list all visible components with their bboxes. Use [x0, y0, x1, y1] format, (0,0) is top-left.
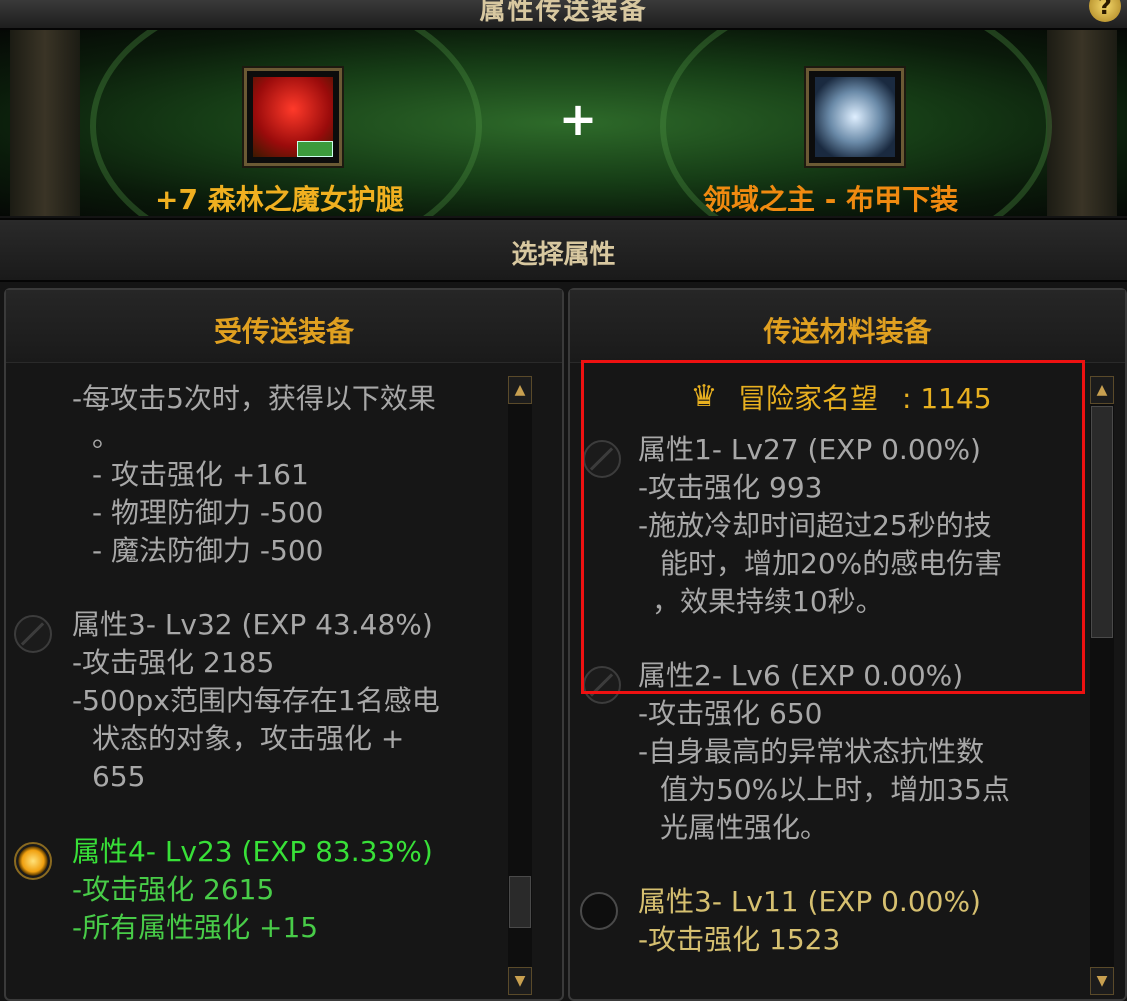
right-attr3-header[interactable]: 属性3- Lv11 (EXP 0.00%) — [638, 883, 981, 921]
highlight-box — [581, 360, 1085, 694]
window-title-bar: 属性传送装备 ? — [0, 0, 1127, 30]
material-panel-title: 传送材料装备 — [763, 315, 932, 348]
banner-right-pillar — [1047, 30, 1117, 216]
right-attr2-line: -攻击强化 650 — [638, 697, 823, 730]
left-attr4-line: -攻击强化 2615 — [72, 873, 275, 906]
target-panel-header: 受传送装备 — [6, 290, 562, 363]
right-scroll-thumb[interactable] — [1091, 406, 1113, 638]
attr3-radio[interactable] — [580, 892, 618, 930]
attr4-radio-selected[interactable] — [14, 842, 52, 880]
material-item-slot[interactable] — [806, 68, 904, 166]
right-attr3-line: -攻击强化 1523 — [638, 923, 841, 956]
scroll-up-icon[interactable]: ▲ — [1090, 376, 1114, 404]
select-attributes-header: 选择属性 — [0, 218, 1127, 282]
attr3-radio-disabled — [14, 615, 52, 653]
left-effect-line: 。 — [92, 420, 121, 453]
socket-badge — [297, 141, 333, 157]
scroll-up-icon[interactable]: ▲ — [508, 376, 532, 404]
left-attr3-line: 状态的对象，攻击强化 + — [92, 722, 405, 755]
scroll-down-icon[interactable]: ▼ — [508, 967, 532, 995]
silver-cloth-leg-icon — [815, 77, 895, 157]
left-scrollbar[interactable]: ▲ ▼ — [508, 376, 532, 995]
target-item-slot[interactable] — [244, 68, 342, 166]
left-scroll-thumb[interactable] — [509, 876, 531, 928]
banner-left-pillar — [10, 30, 80, 216]
right-attr2-line: 值为50%以上时，增加35点 — [660, 773, 1010, 806]
left-effect-line: - 物理防御力 -500 — [92, 496, 324, 529]
right-attr2-line: -自身最高的异常状态抗性数 — [638, 735, 985, 768]
left-attr4-header[interactable]: 属性4- Lv23 (EXP 83.33%) — [72, 833, 433, 871]
left-effect-line: - 攻击强化 +161 — [92, 458, 309, 491]
select-attributes-title: 选择属性 — [511, 240, 616, 270]
left-attr3-header[interactable]: 属性3- Lv32 (EXP 43.48%) — [72, 606, 433, 644]
target-panel-title: 受传送装备 — [213, 315, 354, 348]
right-attr2-line: 光属性强化。 — [660, 811, 829, 844]
left-effect-line: - 魔法防御力 -500 — [92, 534, 324, 567]
right-scrollbar[interactable]: ▲ ▼ — [1090, 376, 1114, 995]
left-attr3-line: 655 — [92, 760, 146, 793]
left-attr3-line: -攻击强化 2185 — [72, 646, 275, 679]
material-item-name: 领域之主 - 布甲下装 — [703, 183, 959, 216]
material-panel-header: 传送材料装备 — [570, 290, 1125, 363]
target-item-name: +7 森林之魔女护腿 — [155, 183, 404, 216]
window-title: 属性传送装备 — [479, 0, 648, 26]
left-effect-line: -每攻击5次时，获得以下效果 — [72, 382, 436, 415]
plus-icon: + — [558, 92, 598, 146]
left-attr3-line: -500px范围内每存在1名感电 — [72, 684, 440, 717]
transfer-banner: + +7 森林之魔女护腿 领域之主 - 布甲下装 — [0, 30, 1127, 216]
left-attr4-line: -所有属性强化 +15 — [72, 911, 319, 944]
scroll-down-icon[interactable]: ▼ — [1090, 967, 1114, 995]
